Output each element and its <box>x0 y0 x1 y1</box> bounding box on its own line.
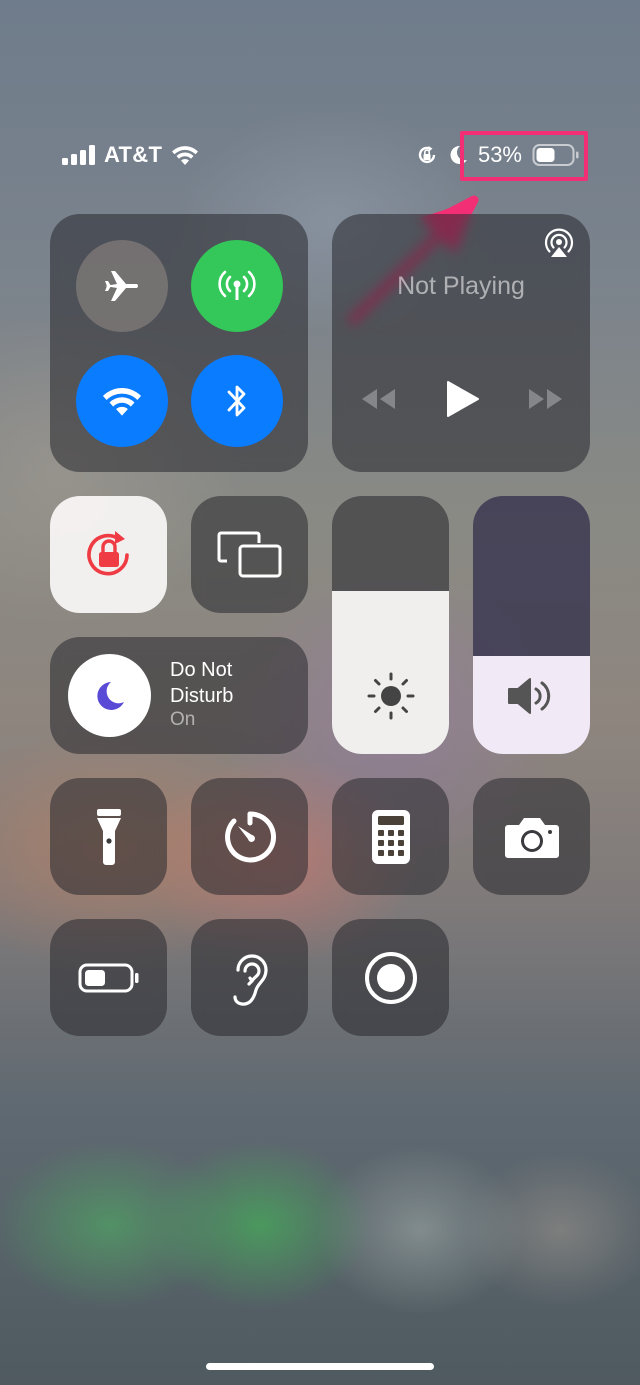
screen-recording-button[interactable] <box>332 919 449 1036</box>
wifi-icon <box>102 388 142 416</box>
do-not-disturb-status: On <box>170 709 196 730</box>
bluetooth-icon <box>227 385 246 417</box>
media-player-panel: Not Playing <box>332 214 590 472</box>
orientation-lock-icon <box>86 530 129 575</box>
play-button[interactable] <box>440 379 484 419</box>
low-power-mode-icon <box>78 963 138 992</box>
do-not-disturb-tile[interactable]: Do Not Disturb On <box>50 637 308 754</box>
flashlight-icon <box>96 808 121 865</box>
fast-forward-button[interactable] <box>524 379 568 419</box>
camera-button[interactable] <box>473 778 590 895</box>
hearing-icon <box>232 953 268 1006</box>
airplane-mode-toggle[interactable] <box>76 240 168 332</box>
moon-icon <box>96 681 124 710</box>
antenna-icon <box>218 270 256 300</box>
rewind-button[interactable] <box>356 379 400 419</box>
screen-mirroring-button[interactable] <box>191 496 308 613</box>
cellular-data-toggle[interactable] <box>191 240 283 332</box>
calculator-icon <box>371 809 410 864</box>
bluetooth-toggle[interactable] <box>191 355 283 447</box>
do-not-disturb-label: Do Not Disturb <box>170 659 234 707</box>
now-playing-title: Not Playing <box>397 272 525 300</box>
hearing-button[interactable] <box>191 919 308 1036</box>
home-indicator[interactable] <box>206 1363 434 1370</box>
volume-slider[interactable] <box>473 496 590 754</box>
speaker-icon <box>508 678 551 714</box>
sun-icon <box>367 672 415 720</box>
screen-mirroring-icon <box>217 531 281 577</box>
timer-icon <box>224 810 276 862</box>
do-not-disturb-toggle[interactable] <box>68 654 151 737</box>
timer-button[interactable] <box>191 778 308 895</box>
brightness-slider[interactable] <box>332 496 449 754</box>
low-power-mode-button[interactable] <box>50 919 167 1036</box>
orientation-lock-toggle[interactable] <box>50 496 167 613</box>
flashlight-button[interactable] <box>50 778 167 895</box>
calculator-button[interactable] <box>332 778 449 895</box>
airplane-icon <box>105 271 138 301</box>
fast-forward-icon <box>529 389 562 409</box>
play-icon <box>447 381 479 417</box>
camera-icon <box>504 817 559 858</box>
wifi-toggle[interactable] <box>76 355 168 447</box>
connectivity-panel <box>50 214 308 472</box>
screen-recording-icon <box>364 951 417 1004</box>
airplay-icon[interactable] <box>543 227 575 259</box>
rewind-icon <box>362 389 395 409</box>
